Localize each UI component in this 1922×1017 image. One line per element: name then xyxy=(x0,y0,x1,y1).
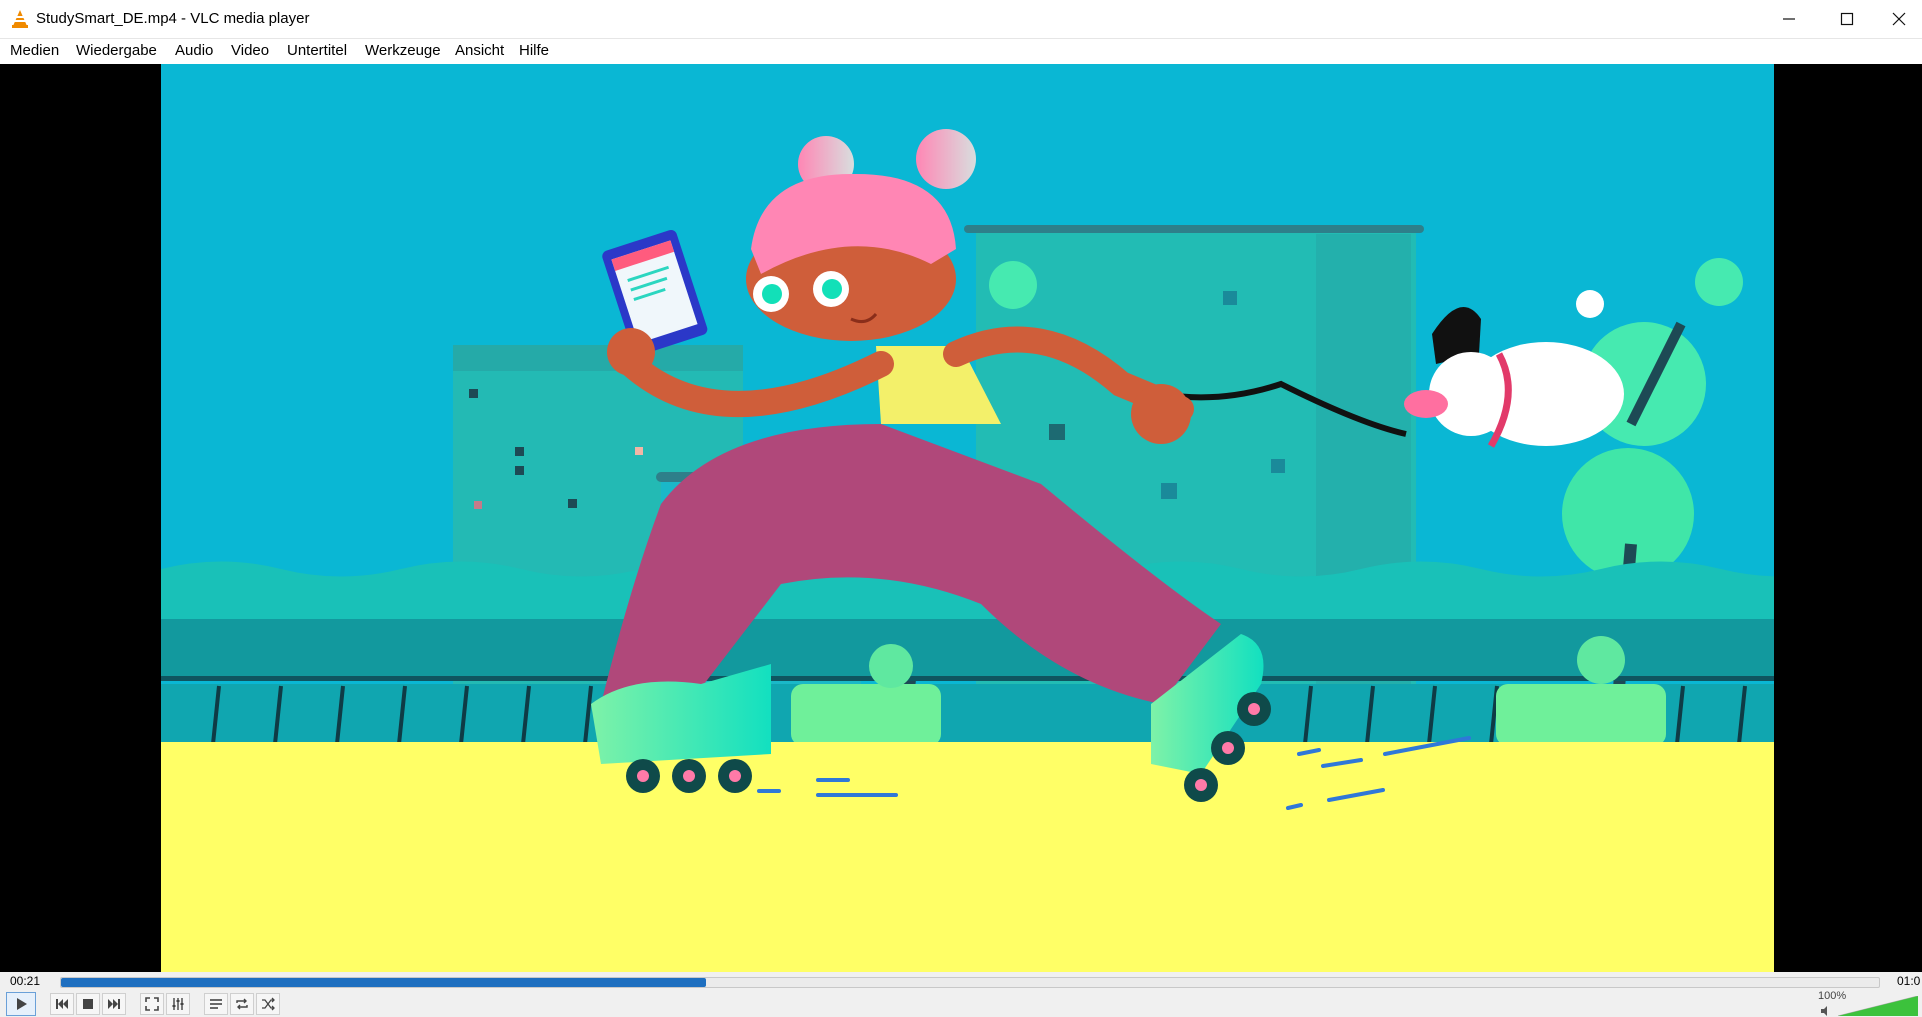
seek-bar-row: 00:21 01:0 xyxy=(0,972,1922,991)
menu-medien[interactable]: Medien xyxy=(10,42,59,59)
menu-video[interactable]: Video xyxy=(231,42,269,59)
fullscreen-icon xyxy=(145,997,159,1011)
play-icon xyxy=(17,998,27,1010)
minimize-button[interactable] xyxy=(1760,0,1818,38)
vlc-cone-icon xyxy=(12,10,28,28)
menu-ansicht[interactable]: Ansicht xyxy=(455,42,504,59)
close-icon xyxy=(1892,12,1906,26)
shuffle-icon xyxy=(262,997,275,1011)
stop-button[interactable] xyxy=(76,993,100,1015)
loop-button[interactable] xyxy=(230,993,254,1015)
window-title: StudySmart_DE.mp4 - VLC media player xyxy=(36,10,310,27)
next-button[interactable] xyxy=(102,993,126,1015)
next-icon xyxy=(108,999,120,1009)
previous-icon xyxy=(56,999,68,1009)
maximize-icon xyxy=(1840,12,1854,26)
previous-button[interactable] xyxy=(50,993,74,1015)
title-bar: StudySmart_DE.mp4 - VLC media player xyxy=(0,0,1922,39)
menu-bar: Medien Wiedergabe Audio Video Untertitel… xyxy=(0,39,1922,64)
volume-slider[interactable] xyxy=(1838,996,1918,1016)
maximize-button[interactable] xyxy=(1818,0,1876,38)
control-bar: 100% xyxy=(0,990,1922,1017)
video-area[interactable] xyxy=(0,64,1922,972)
seek-slider[interactable] xyxy=(60,977,1880,988)
video-frame xyxy=(161,64,1774,972)
menu-hilfe[interactable]: Hilfe xyxy=(519,42,549,59)
extended-settings-icon xyxy=(172,998,184,1010)
total-time: 01:0 xyxy=(1897,974,1921,988)
playlist-button[interactable] xyxy=(204,993,228,1015)
extended-settings-button[interactable] xyxy=(166,993,190,1015)
close-button[interactable] xyxy=(1876,0,1922,38)
menu-wiedergabe[interactable]: Wiedergabe xyxy=(76,42,157,59)
shuffle-button[interactable] xyxy=(256,993,280,1015)
elapsed-time: 00:21 xyxy=(10,974,41,988)
minimize-icon xyxy=(1783,18,1795,20)
seek-progress xyxy=(61,978,707,987)
playlist-icon xyxy=(210,999,222,1009)
fullscreen-button[interactable] xyxy=(140,993,164,1015)
play-button[interactable] xyxy=(6,992,36,1016)
menu-audio[interactable]: Audio xyxy=(175,42,213,59)
stop-icon xyxy=(83,999,93,1009)
menu-untertitel[interactable]: Untertitel xyxy=(287,42,347,59)
speaker-icon[interactable] xyxy=(1820,1005,1832,1017)
loop-icon xyxy=(236,998,248,1010)
menu-werkzeuge[interactable]: Werkzeuge xyxy=(365,42,441,59)
